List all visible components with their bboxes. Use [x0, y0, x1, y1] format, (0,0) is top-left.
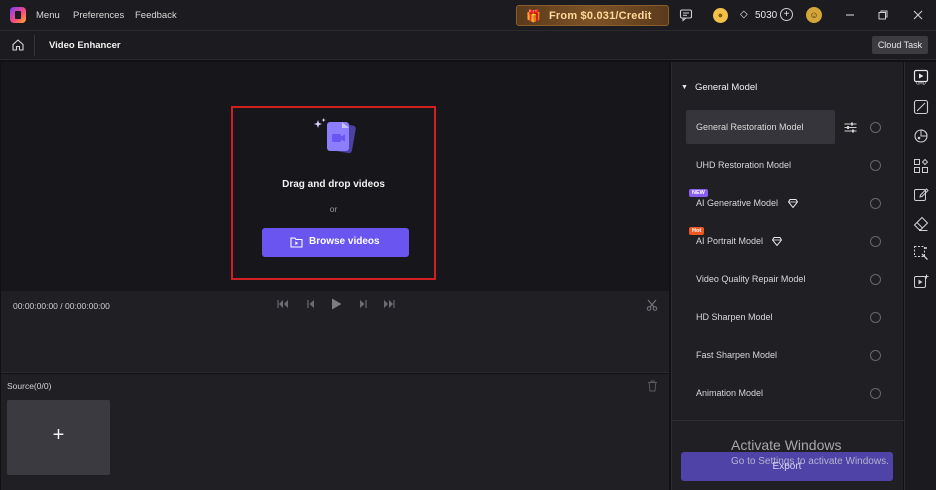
browse-videos-label: Browse videos	[309, 236, 380, 247]
model-video-quality-repair[interactable]: Video Quality Repair Model	[686, 262, 836, 296]
premium-gem-icon	[787, 199, 799, 209]
model-name: Animation Model	[696, 388, 764, 398]
section-title: General Model	[694, 82, 758, 93]
add-video-tile[interactable]: +	[7, 400, 110, 475]
feedback-button[interactable]: Feedback	[135, 10, 177, 21]
close-icon[interactable]	[910, 7, 926, 23]
page-title: Video Enhancer	[49, 40, 121, 51]
activate-windows-title: Activate Windows	[731, 437, 842, 453]
model-radio[interactable]	[870, 350, 881, 361]
trash-icon[interactable]	[647, 380, 658, 392]
video-add-icon[interactable]	[913, 274, 929, 290]
next-frame-icon[interactable]	[358, 299, 368, 312]
message-icon[interactable]	[679, 8, 693, 22]
caret-down-icon: ▼	[681, 84, 688, 91]
magic-select-icon[interactable]	[913, 245, 929, 261]
gift-icon: 🎁	[526, 9, 541, 23]
divider	[672, 420, 904, 421]
source-label: Source(0/0)	[7, 381, 52, 391]
video-enhance-icon[interactable]: GMD	[913, 69, 929, 86]
timecode: 00:00:00:00 / 00:00:00:00	[13, 301, 110, 311]
model-name: HD Sharpen Model	[696, 312, 773, 322]
model-animation[interactable]: Animation Model	[686, 376, 836, 410]
credits-count: 5030	[755, 10, 778, 21]
model-settings-icon[interactable]	[844, 122, 857, 133]
model-ai-portrait[interactable]: AI Portrait Model	[686, 224, 836, 258]
avatar[interactable]: ☺	[806, 7, 822, 23]
model-name: Fast Sharpen Model	[696, 350, 778, 360]
credits-balance[interactable]: ◇ 5030 +	[738, 7, 796, 24]
cloud-task-button[interactable]: Cloud Task	[872, 36, 928, 54]
activate-windows-subtitle: Go to Settings to activate Windows.	[731, 456, 889, 467]
gem-icon: ◇	[740, 9, 748, 20]
add-icon: +	[52, 424, 65, 446]
curve-edit-icon[interactable]	[913, 99, 929, 115]
section-general-model[interactable]: ▼ General Model	[681, 82, 757, 93]
minimize-icon[interactable]	[842, 7, 858, 23]
edit-pen-icon[interactable]	[913, 187, 929, 203]
title-bar: Menu Preferences Feedback 🎁 From $0.031/…	[0, 0, 936, 31]
playback-controls: 00:00:00:00 / 00:00:00:00	[1, 291, 669, 373]
restore-icon[interactable]	[875, 7, 891, 23]
model-radio[interactable]	[870, 198, 881, 209]
home-icon[interactable]	[11, 38, 25, 52]
model-fast-sharpen[interactable]: Fast Sharpen Model	[686, 338, 836, 372]
model-name: AI Generative Model	[696, 198, 779, 208]
model-general-restoration[interactable]: General Restoration Model	[686, 110, 835, 144]
prev-frame-icon[interactable]	[306, 299, 316, 312]
skip-forward-icon[interactable]	[383, 299, 395, 312]
model-radio[interactable]	[870, 274, 881, 285]
model-name: AI Portrait Model	[696, 236, 764, 246]
preferences-button[interactable]: Preferences	[73, 10, 124, 21]
model-radio[interactable]	[870, 122, 881, 133]
video-file-icon	[314, 118, 358, 158]
scissors-icon[interactable]	[646, 299, 658, 314]
new-badge: NEW	[689, 189, 708, 197]
hot-badge: Hot	[689, 227, 705, 235]
drop-title: Drag and drop videos	[282, 179, 385, 190]
toolbar-header: Video Enhancer Cloud Task	[0, 31, 936, 60]
drop-or-text: or	[329, 204, 338, 214]
credit-promo-banner[interactable]: 🎁 From $0.031/Credit	[516, 5, 669, 26]
browse-videos-button[interactable]: Browse videos	[262, 228, 409, 257]
coin-icon[interactable]: ●	[713, 8, 728, 23]
tool-sidebar: GMD	[904, 62, 936, 490]
apps-grid-icon[interactable]	[913, 158, 929, 174]
model-name: General Restoration Model	[696, 122, 804, 132]
color-restore-icon[interactable]	[913, 128, 929, 144]
add-credits-button[interactable]: +	[780, 8, 793, 21]
model-radio[interactable]	[870, 160, 881, 171]
model-radio[interactable]	[870, 388, 881, 399]
folder-play-icon	[290, 236, 303, 248]
model-ai-generative[interactable]: AI Generative Model	[686, 186, 836, 220]
promo-text: From $0.031/Credit	[549, 10, 652, 22]
svg-text:GMD: GMD	[916, 81, 926, 86]
model-name: Video Quality Repair Model	[696, 274, 806, 284]
source-panel: Source(0/0) +	[1, 374, 669, 490]
model-hd-sharpen[interactable]: HD Sharpen Model	[686, 300, 836, 334]
divider	[34, 35, 35, 56]
model-radio[interactable]	[870, 236, 881, 247]
model-radio[interactable]	[870, 312, 881, 323]
model-panel: ▼ General Model General Restoration Model…	[671, 62, 904, 490]
model-uhd-restoration[interactable]: UHD Restoration Model	[686, 148, 836, 182]
premium-gem-icon	[771, 237, 783, 247]
play-icon[interactable]	[331, 298, 342, 313]
model-name: UHD Restoration Model	[696, 160, 792, 170]
menu-button[interactable]: Menu	[36, 10, 60, 21]
skip-back-icon[interactable]	[277, 299, 289, 312]
app-logo-icon	[10, 7, 26, 23]
eraser-icon[interactable]	[913, 216, 929, 232]
